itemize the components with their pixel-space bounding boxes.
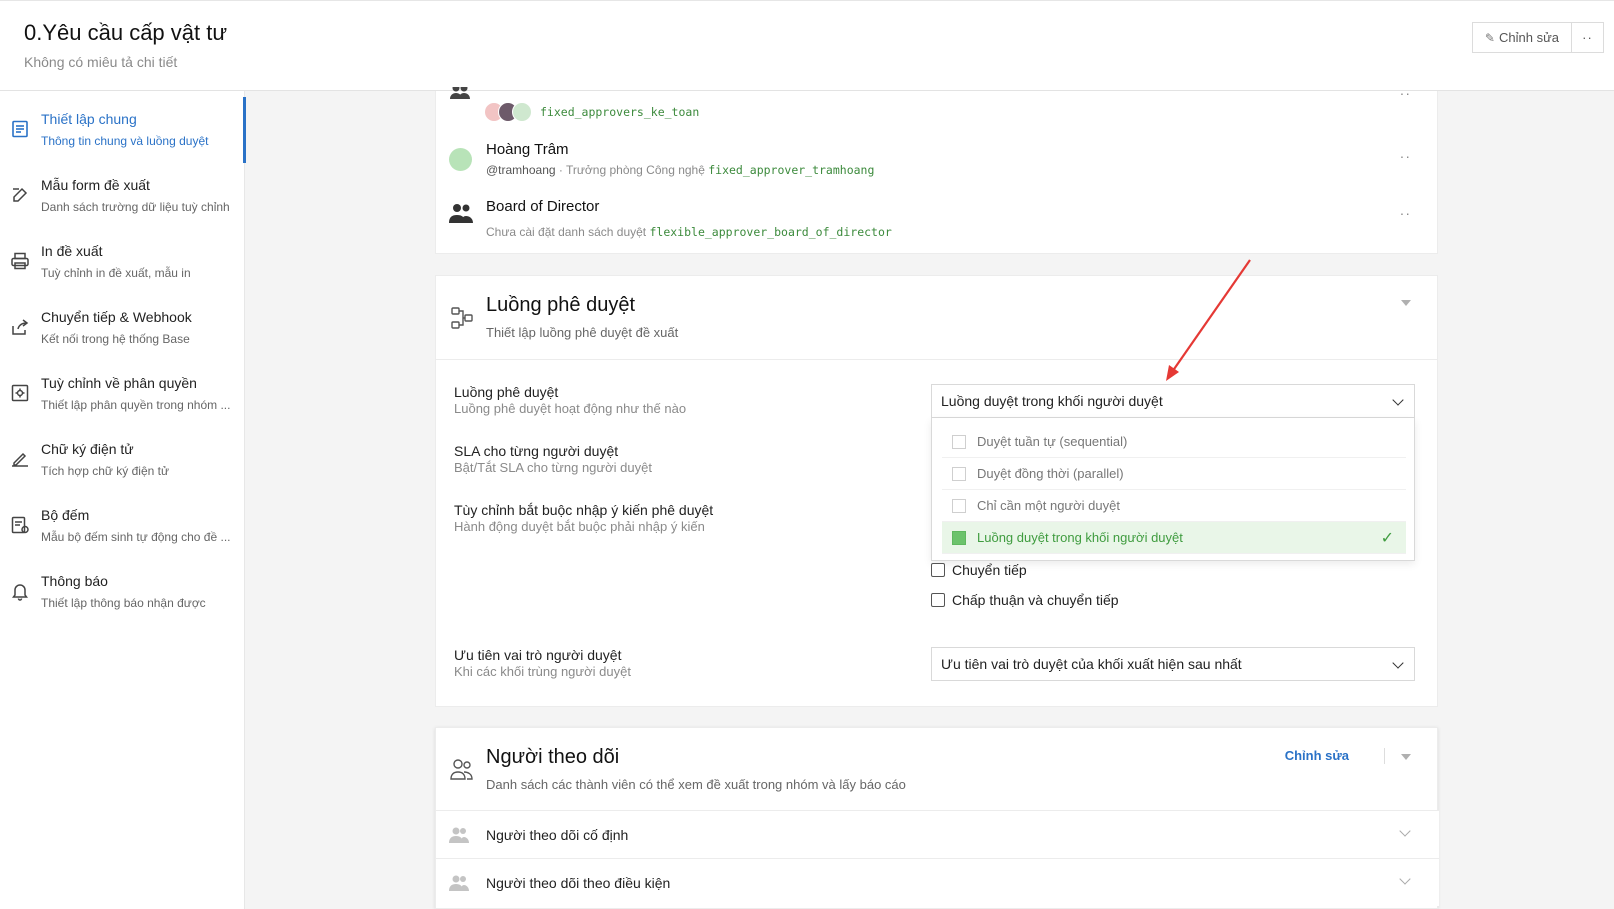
arrow-line [1171, 259, 1251, 373]
arrow-head [1166, 365, 1179, 381]
annotation-arrow [1166, 259, 1251, 381]
